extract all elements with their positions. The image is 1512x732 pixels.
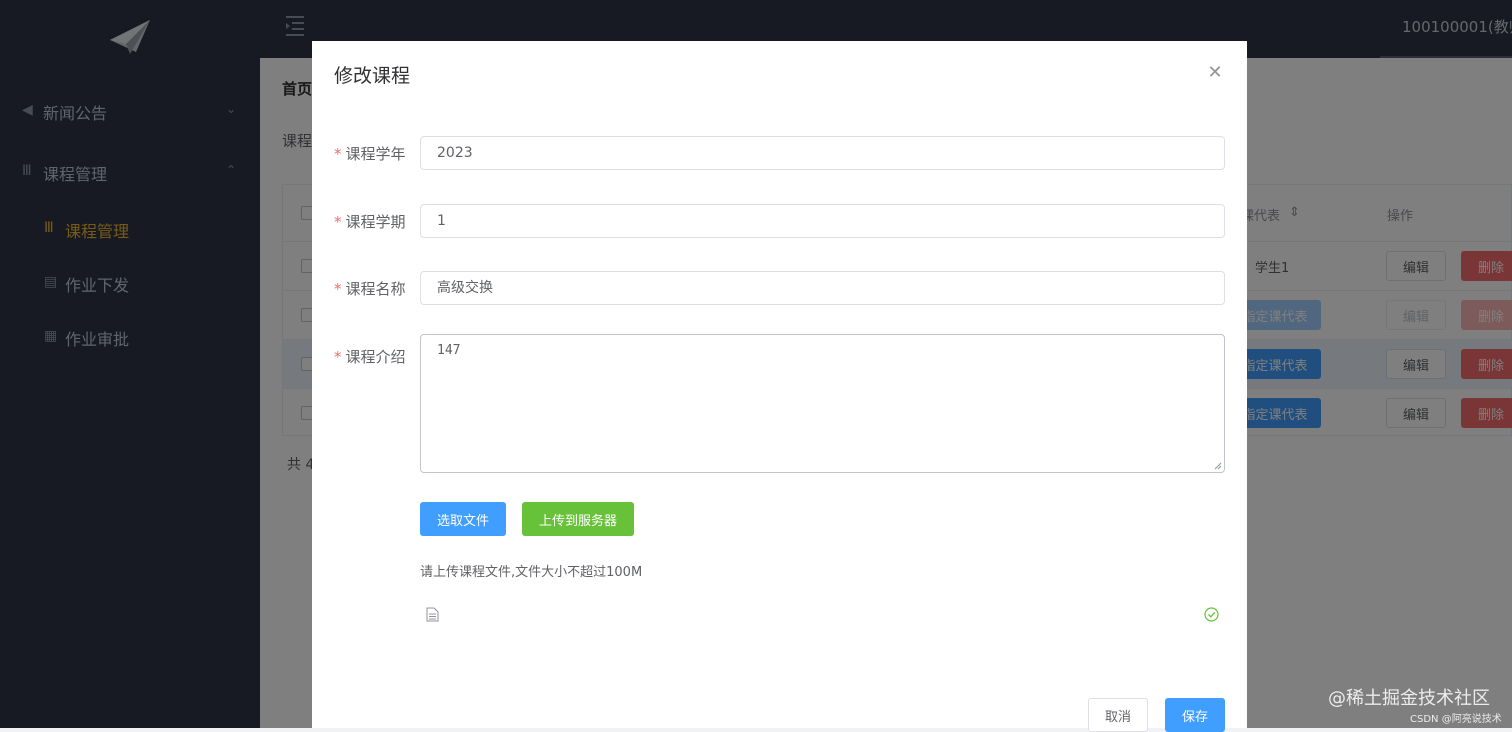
cancel-button[interactable]: 取消 xyxy=(1088,698,1148,732)
upload-to-server-button[interactable]: 上传到服务器 xyxy=(522,502,634,536)
year-label-text: 课程学年 xyxy=(345,145,406,163)
watermark-sub: CSDN @阿亮说技术 xyxy=(1410,714,1502,725)
uploaded-file-item[interactable] xyxy=(420,603,1225,627)
name-input[interactable]: 高级交换 xyxy=(420,271,1225,305)
intro-text: 147 xyxy=(437,343,461,358)
edit-course-dialog: 修改课程 ✕ * 课程学年 2023 * 课程学期 1 * 课程名称 高级交换 * 课程… xyxy=(312,41,1247,732)
intro-textarea[interactable]: 147 xyxy=(420,334,1225,473)
term-input[interactable]: 1 xyxy=(420,204,1225,238)
save-button[interactable]: 保存 xyxy=(1165,698,1225,732)
intro-label: * 课程介绍 xyxy=(334,348,406,366)
check-circle-icon xyxy=(1204,607,1219,622)
term-label: * 课程学期 xyxy=(334,213,406,231)
year-label: * 课程学年 xyxy=(334,145,406,163)
intro-label-text: 课程介绍 xyxy=(345,348,406,366)
resize-handle-icon[interactable] xyxy=(1214,462,1222,470)
year-input[interactable]: 2023 xyxy=(420,136,1225,170)
close-icon[interactable]: ✕ xyxy=(1205,63,1225,83)
term-label-text: 课程学期 xyxy=(345,213,406,231)
name-label: * 课程名称 xyxy=(334,280,406,298)
name-label-text: 课程名称 xyxy=(345,280,406,298)
upload-tip: 请上传课程文件,文件大小不超过100M xyxy=(420,565,643,580)
dialog-title: 修改课程 xyxy=(334,65,411,87)
select-file-button[interactable]: 选取文件 xyxy=(420,502,506,536)
watermark-main: @稀土掘金技术社区 xyxy=(1328,688,1490,709)
document-icon xyxy=(426,607,439,622)
